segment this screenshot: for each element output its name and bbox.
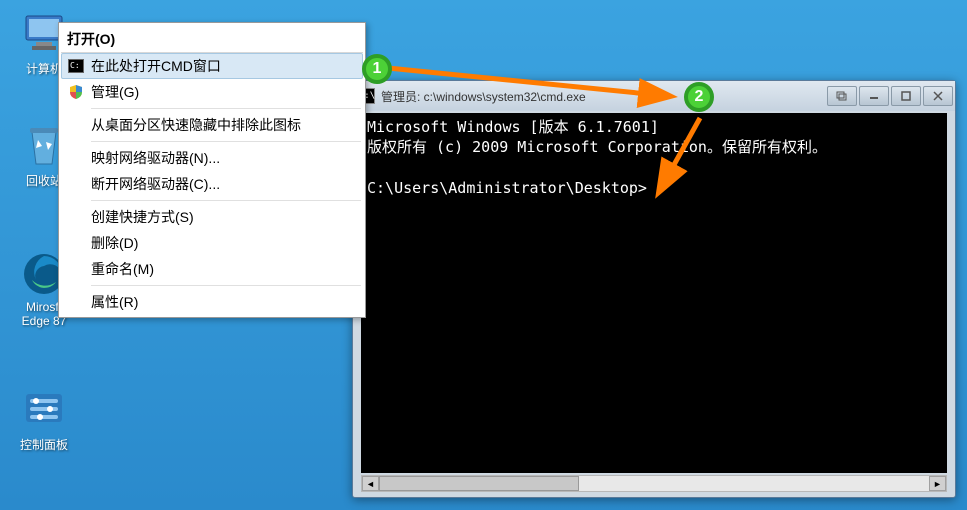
menu-item-label: 属性(R) xyxy=(91,292,359,312)
annotation-marker-1: 1 xyxy=(362,54,392,84)
menu-separator xyxy=(91,285,361,286)
menu-item[interactable]: 重命名(M) xyxy=(61,256,363,282)
menu-item[interactable]: 删除(D) xyxy=(61,230,363,256)
desktop-icon-label: 控制面板 xyxy=(12,436,76,453)
cmd-line: 版权所有 (c) 2009 Microsoft Corporation。保留所有… xyxy=(367,138,827,156)
menu-item-open[interactable]: 打开(O) xyxy=(61,25,363,53)
menu-item-label: 管理(G) xyxy=(91,82,359,102)
menu-item-label: 断开网络驱动器(C)... xyxy=(91,174,359,194)
cmd-title: 管理员: c:\windows\system32\cmd.exe xyxy=(381,88,825,105)
cmd-body[interactable]: Microsoft Windows [版本 6.1.7601] 版权所有 (c)… xyxy=(361,113,947,473)
menu-separator xyxy=(91,141,361,142)
menu-separator xyxy=(91,108,361,109)
menu-item[interactable]: 从桌面分区快速隐藏中排除此图标 xyxy=(61,112,363,138)
cmd-line: Microsoft Windows [版本 6.1.7601] xyxy=(367,118,659,136)
blank-icon xyxy=(65,149,87,167)
blank-icon xyxy=(65,116,87,134)
menu-separator xyxy=(91,200,361,201)
scroll-track[interactable] xyxy=(379,476,929,491)
cmd-icon: C: xyxy=(65,57,87,75)
menu-item-label: 在此处打开CMD窗口 xyxy=(91,56,359,76)
blank-icon xyxy=(65,175,87,193)
scroll-right-button[interactable]: ► xyxy=(929,476,946,491)
annotation-marker-2: 2 xyxy=(684,82,714,112)
blank-icon xyxy=(65,293,87,311)
menu-item[interactable]: 断开网络驱动器(C)... xyxy=(61,171,363,197)
maximize-button[interactable] xyxy=(891,86,921,106)
blank-icon xyxy=(65,208,87,226)
context-menu: 打开(O) C:在此处打开CMD窗口管理(G)从桌面分区快速隐藏中排除此图标映射… xyxy=(58,22,366,318)
menu-item[interactable]: C:在此处打开CMD窗口 xyxy=(61,53,363,79)
menu-item[interactable]: 创建快捷方式(S) xyxy=(61,204,363,230)
close-button[interactable] xyxy=(923,86,953,106)
menu-item-label: 从桌面分区快速隐藏中排除此图标 xyxy=(91,115,359,135)
minimize-button[interactable] xyxy=(859,86,889,106)
horizontal-scrollbar[interactable]: ◄ ► xyxy=(361,475,947,492)
menu-item[interactable]: 属性(R) xyxy=(61,289,363,315)
cmd-titlebar[interactable]: C:\ 管理员: c:\windows\system32\cmd.exe xyxy=(353,81,955,111)
scroll-thumb[interactable] xyxy=(379,476,579,491)
blank-icon xyxy=(65,234,87,252)
menu-item-label: 映射网络驱动器(N)... xyxy=(91,148,359,168)
menu-item-label: 创建快捷方式(S) xyxy=(91,207,359,227)
desktop-icon-control[interactable]: 控制面板 xyxy=(12,386,76,453)
menu-item[interactable]: 管理(G) xyxy=(61,79,363,105)
shield-icon xyxy=(65,83,87,101)
cmd-prompt: C:\Users\Administrator\Desktop> xyxy=(367,179,647,197)
control-panel-icon xyxy=(20,386,68,434)
scroll-left-button[interactable]: ◄ xyxy=(362,476,379,491)
blank-icon xyxy=(65,260,87,278)
cmd-window: C:\ 管理员: c:\windows\system32\cmd.exe Mic… xyxy=(352,80,956,498)
menu-item-label: 重命名(M) xyxy=(91,259,359,279)
cascade-button[interactable] xyxy=(827,86,857,106)
menu-item-label: 删除(D) xyxy=(91,233,359,253)
menu-item[interactable]: 映射网络驱动器(N)... xyxy=(61,145,363,171)
